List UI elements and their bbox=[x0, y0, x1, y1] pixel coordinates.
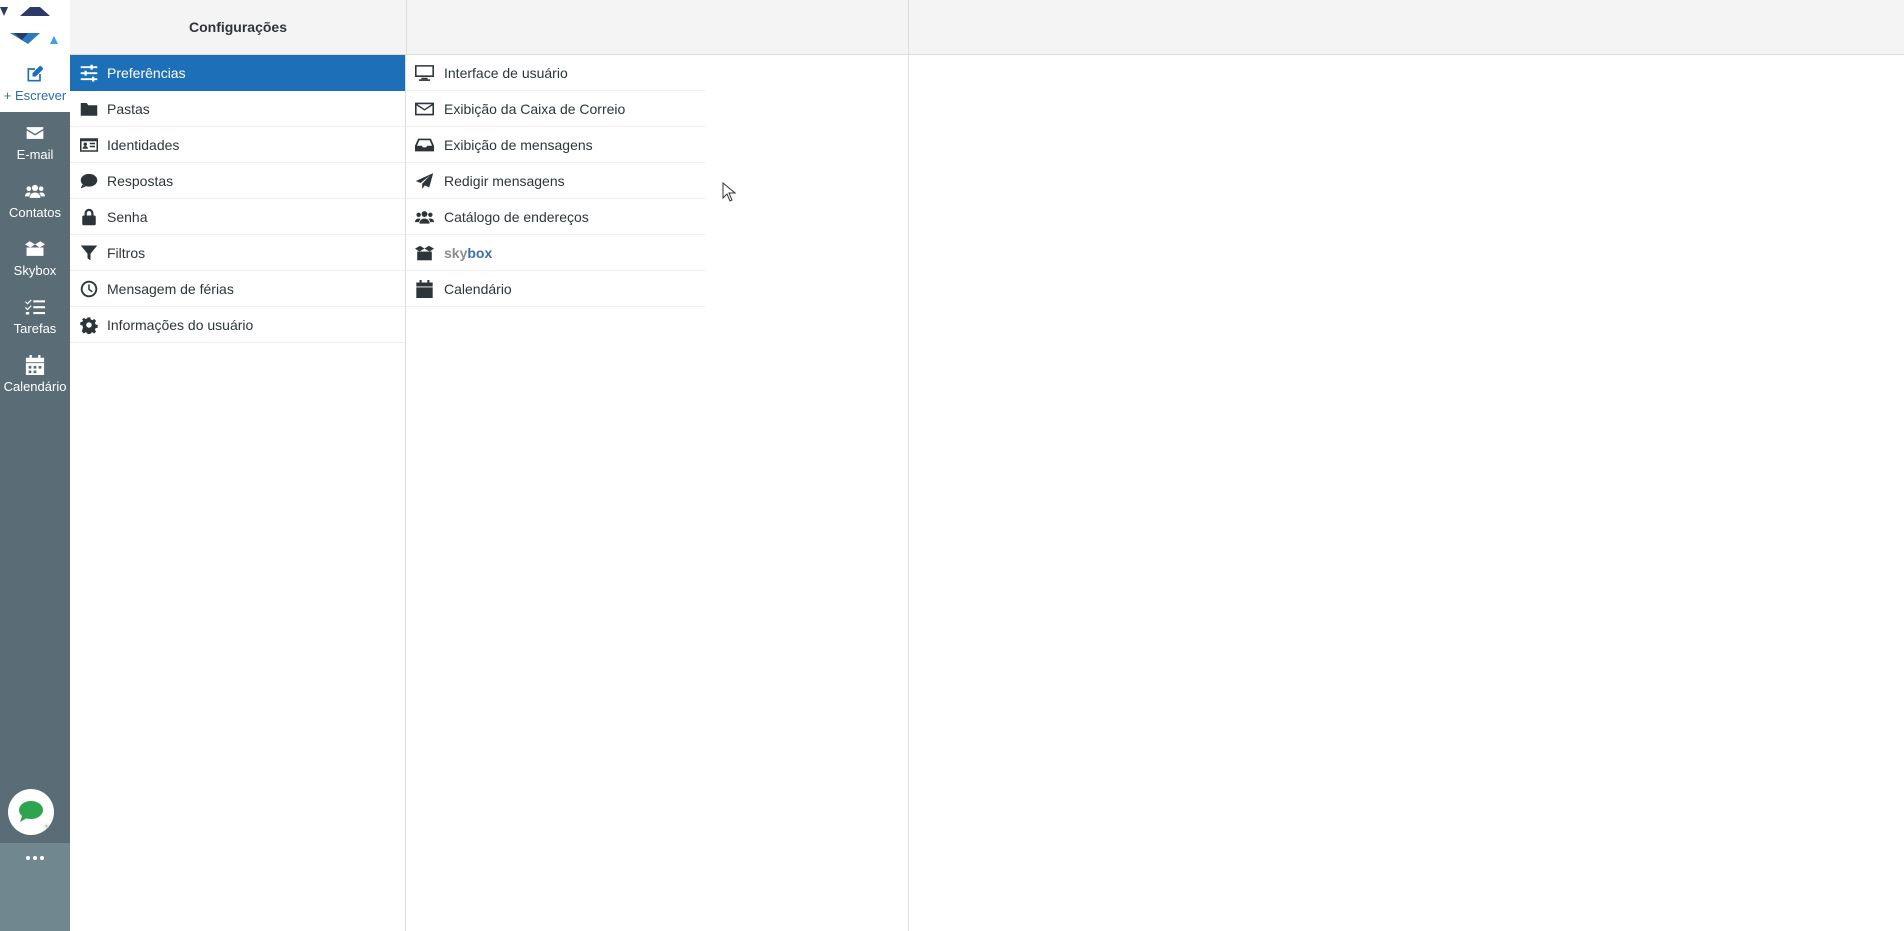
section-label: Redigir mensagens bbox=[444, 172, 565, 189]
skybox-label-box: box bbox=[467, 244, 493, 261]
id-card-icon bbox=[80, 137, 98, 152]
chat-button[interactable]: ☀ bbox=[8, 789, 54, 835]
compose-label: + Escrever bbox=[3, 88, 67, 103]
settings-item-user-info[interactable]: Informações do usuário bbox=[70, 307, 405, 343]
nav-email-label: E-mail bbox=[16, 147, 54, 162]
ellipsis-dot bbox=[40, 856, 44, 860]
settings-list: Preferências Pastas Identidades Resposta… bbox=[70, 55, 406, 931]
edit-icon bbox=[27, 65, 44, 82]
chat-badge: ☀ bbox=[42, 822, 50, 831]
settings-item-label: Preferências bbox=[107, 64, 186, 81]
section-mailbox-view[interactable]: Exibição da Caixa de Correio bbox=[407, 91, 705, 127]
section-calendar[interactable]: Calendário bbox=[407, 271, 705, 307]
box-open-icon bbox=[415, 245, 434, 260]
inbox-icon bbox=[415, 138, 434, 151]
comment-icon bbox=[80, 173, 98, 188]
ellipsis-icon bbox=[26, 856, 30, 860]
nav-tasks[interactable]: Tarefas bbox=[0, 290, 70, 344]
skybox-label-sky: sky bbox=[444, 244, 468, 261]
section-label: Exibição de mensagens bbox=[444, 136, 593, 153]
settings-item-password[interactable]: Senha bbox=[70, 199, 405, 235]
settings-item-label: Identidades bbox=[107, 136, 180, 153]
nav-tasks-label: Tarefas bbox=[13, 321, 57, 336]
section-label: Calendário bbox=[444, 280, 512, 297]
folder-icon bbox=[80, 102, 98, 116]
nav-skybox-label: Skybox bbox=[13, 263, 57, 278]
sliders-icon bbox=[80, 64, 98, 82]
main-nav-rail: + Escrever E-mail Contatos Skybox Tarefa… bbox=[0, 0, 70, 931]
calendar-icon bbox=[25, 355, 45, 375]
page-title: Configurações bbox=[188, 19, 287, 35]
nav-skybox[interactable]: Skybox bbox=[0, 232, 70, 286]
envelope-outline-icon bbox=[415, 102, 434, 115]
settings-item-label: Respostas bbox=[107, 172, 174, 189]
mouse-cursor-icon bbox=[722, 182, 736, 202]
nav-contacts[interactable]: Contatos bbox=[0, 174, 70, 228]
more-button[interactable] bbox=[0, 848, 70, 868]
section-label: Interface de usuário bbox=[444, 64, 568, 81]
compose-button[interactable]: + Escrever bbox=[0, 55, 70, 112]
settings-header: Configurações bbox=[70, 0, 406, 55]
logo-icon bbox=[0, 7, 58, 44]
lock-icon bbox=[82, 208, 96, 225]
settings-item-label: Informações do usuário bbox=[107, 316, 254, 333]
settings-item-label: Filtros bbox=[107, 244, 146, 261]
box-icon bbox=[25, 241, 45, 256]
settings-item-label: Senha bbox=[107, 208, 148, 225]
section-label: skybox bbox=[444, 245, 492, 261]
section-user-interface[interactable]: Interface de usuário bbox=[407, 55, 705, 91]
ellipsis-dot bbox=[33, 856, 37, 860]
nav-email[interactable]: E-mail bbox=[0, 116, 70, 170]
sections-header bbox=[406, 0, 908, 55]
settings-item-label: Mensagem de férias bbox=[107, 280, 234, 297]
preferences-sections-list: Interface de usuário Exibição da Caixa d… bbox=[407, 55, 705, 307]
nav-calendar[interactable]: Calendário bbox=[0, 348, 70, 402]
section-address-book[interactable]: Catálogo de endereços bbox=[407, 199, 705, 235]
section-skybox[interactable]: skybox bbox=[407, 235, 705, 271]
settings-item-preferences[interactable]: Preferências bbox=[70, 55, 405, 91]
settings-item-identities[interactable]: Identidades bbox=[70, 127, 405, 163]
nav-contacts-label: Contatos bbox=[8, 205, 62, 220]
settings-item-vacation[interactable]: Mensagem de férias bbox=[70, 271, 405, 307]
filter-icon bbox=[80, 245, 98, 260]
settings-item-label: Pastas bbox=[107, 100, 150, 117]
monitor-icon bbox=[415, 64, 434, 81]
section-label: Exibição da Caixa de Correio bbox=[444, 100, 626, 117]
tasks-icon bbox=[25, 299, 45, 315]
clock-icon bbox=[80, 280, 98, 297]
content-header bbox=[908, 0, 1904, 55]
preferences-content-panel bbox=[908, 55, 1904, 931]
settings-item-folders[interactable]: Pastas bbox=[70, 91, 405, 127]
users-icon bbox=[25, 184, 45, 198]
settings-item-responses[interactable]: Respostas bbox=[70, 163, 405, 199]
section-message-view[interactable]: Exibição de mensagens bbox=[407, 127, 705, 163]
section-compose[interactable]: Redigir mensagens bbox=[407, 163, 705, 199]
paper-plane-icon bbox=[415, 172, 434, 189]
gear-icon bbox=[80, 316, 98, 334]
section-label: Catálogo de endereços bbox=[444, 208, 589, 225]
chat-bubble-icon bbox=[19, 801, 43, 822]
app-window: + Escrever E-mail Contatos Skybox Tarefa… bbox=[0, 0, 1904, 931]
settings-item-filters[interactable]: Filtros bbox=[70, 235, 405, 271]
nav-calendar-label: Calendário bbox=[3, 379, 67, 394]
users-icon bbox=[415, 210, 434, 224]
envelope-icon bbox=[26, 127, 44, 139]
logo[interactable] bbox=[0, 0, 70, 55]
calendar-icon bbox=[416, 279, 433, 298]
